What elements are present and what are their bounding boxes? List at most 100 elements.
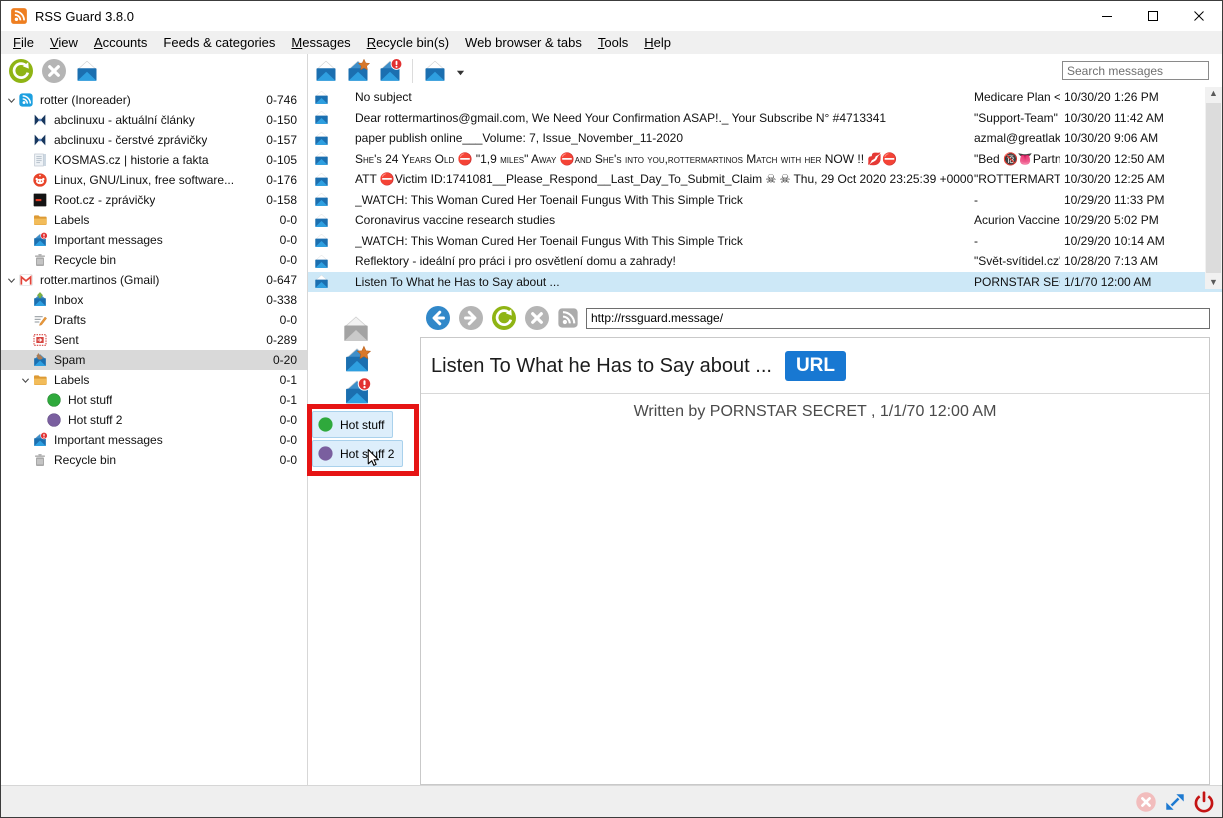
mark-all-read-button[interactable] (74, 58, 100, 84)
sent-icon (32, 332, 48, 348)
message-date: 10/29/20 11:33 PM (1064, 193, 1204, 207)
unread-envelope-icon (313, 191, 330, 208)
feed-tree-item-labels[interactable]: Labels 0-0 (1, 210, 307, 230)
search-input[interactable] (1062, 61, 1209, 80)
menu-item-view[interactable]: View (42, 32, 86, 53)
feed-tree-item-important-messages[interactable]: Important messages 0-0 (1, 230, 307, 250)
close-button[interactable] (1176, 1, 1222, 31)
menu-item-web-browser-tabs[interactable]: Web browser & tabs (457, 32, 590, 53)
chevron-expanded-icon[interactable] (19, 375, 32, 386)
feed-label: Recycle bin (54, 453, 116, 467)
menu-item-accounts[interactable]: Accounts (86, 32, 155, 53)
stop-button[interactable] (524, 305, 550, 331)
message-author: "Bed 🔞👅Partne... (974, 152, 1060, 166)
message-actions-button[interactable] (422, 58, 448, 84)
stop-update-button[interactable] (41, 58, 67, 84)
update-all-feeds-button[interactable] (8, 58, 34, 84)
maximize-button[interactable] (1130, 1, 1176, 31)
message-row[interactable]: paper publish online___Volume: 7, Issue_… (308, 128, 1222, 149)
message-tools: Hot stuff Hot stuff 2 (308, 299, 420, 785)
feed-tree-item-hot-stuff-2[interactable]: Hot stuff 2 0-0 (1, 410, 307, 430)
url-input[interactable] (586, 308, 1210, 329)
feed-tree-item-inbox[interactable]: Inbox 0-338 (1, 290, 307, 310)
unread-envelope-icon (313, 212, 330, 229)
feed-tree-item-labels[interactable]: Labels 0-1 (1, 370, 307, 390)
reload-button[interactable] (491, 305, 517, 331)
feed-tree-item-kosmas-cz-historie-a-fakta[interactable]: KOSMAS.cz | historie a fakta 0-105 (1, 150, 307, 170)
back-button[interactable] (425, 305, 451, 331)
feed-tree-item-root-cz-zpr-vi-ky[interactable]: Root.cz - zprávičky 0-158 (1, 190, 307, 210)
message-row[interactable]: Coronavirus vaccine research studies Acu… (308, 210, 1222, 231)
mark-starred-button[interactable] (345, 58, 371, 84)
feed-tree-item-linux-gnu-linux-free-software[interactable]: Linux, GNU/Linux, free software... 0-176 (1, 170, 307, 190)
mark-important-button[interactable] (377, 58, 403, 84)
message-row[interactable]: Reflektory - ideální pro práci i pro osv… (308, 251, 1222, 272)
feed-tree-item-rotter-martinos-gmail[interactable]: rotter.martinos (Gmail) 0-647 (1, 270, 307, 290)
message-row[interactable]: She's 24 Years Old ⛔ "1,9 miles" Away ⛔a… (308, 149, 1222, 170)
label-toggle-text: Hot stuff (340, 418, 384, 432)
feed-tree-item-recycle-bin[interactable]: Recycle bin 0-0 (1, 250, 307, 270)
feed-tree-item-recycle-bin[interactable]: Recycle bin 0-0 (1, 450, 307, 470)
gmail-account-icon (18, 272, 34, 288)
fullscreen-button[interactable] (1164, 791, 1186, 813)
quit-button[interactable] (1193, 791, 1215, 813)
label-toggle-hot-stuff-2[interactable]: Hot stuff 2 (312, 440, 403, 467)
feed-tree-item-rotter-inoreader[interactable]: rotter (Inoreader) 0-746 (1, 90, 307, 110)
message-author: "Svět-svítidel.cz" ... (974, 254, 1060, 268)
message-row[interactable]: Dear rottermartinos@gmail.com, We Need Y… (308, 108, 1222, 129)
dropdown-arrow-icon[interactable] (456, 66, 465, 75)
feed-tree-item-abclinuxu-aktu-ln-l-nky[interactable]: abclinuxu - aktuální články 0-150 (1, 110, 307, 130)
feed-tree-item-drafts[interactable]: Drafts 0-0 (1, 310, 307, 330)
menu-item-file[interactable]: File (5, 32, 42, 53)
minimize-button[interactable] (1084, 1, 1130, 31)
message-view: Listen To What he Has to Say about ... U… (420, 337, 1210, 785)
feed-unread-count: 0-158 (266, 193, 307, 207)
menu-item-feeds-categories[interactable]: Feeds & categories (155, 32, 283, 53)
feed-label: Linux, GNU/Linux, free software... (54, 173, 234, 187)
mark-read-button[interactable] (313, 58, 339, 84)
feed-tree-item-abclinuxu-erstv-zpr-vi-ky[interactable]: abclinuxu - čerstvé zprávičky 0-157 (1, 130, 307, 150)
message-author: Acurion Vaccine S... (974, 213, 1060, 227)
label-toggle-hot-stuff[interactable]: Hot stuff (312, 411, 393, 438)
menu-item-tools[interactable]: Tools (590, 32, 636, 53)
message-row[interactable]: No subject Medicare Plan <e... 10/30/20 … (308, 87, 1222, 108)
scrollbar-thumb[interactable] (1206, 103, 1221, 273)
message-row[interactable]: Listen To What he Has to Say about ... P… (308, 272, 1222, 293)
message-row[interactable]: _WATCH: This Woman Cured Her Toenail Fun… (308, 231, 1222, 252)
feed-tree-item-spam[interactable]: Spam 0-20 (1, 350, 307, 370)
scroll-up-icon[interactable]: ▲ (1209, 89, 1218, 98)
message-row[interactable]: _WATCH: This Woman Cured Her Toenail Fun… (308, 190, 1222, 211)
chevron-expanded-icon[interactable] (5, 95, 18, 106)
unread-envelope-icon (313, 253, 330, 270)
feed-label: abclinuxu - aktuální články (54, 113, 195, 127)
feed-unread-count: 0-0 (280, 213, 307, 227)
feeds-toolbar (1, 54, 307, 87)
mark-important-button[interactable] (342, 377, 372, 407)
mark-read-button[interactable] (340, 313, 372, 345)
message-row[interactable]: ATT ⛔Victim ID:1741081__Please_Respond__… (308, 169, 1222, 190)
message-byline: Written by PORNSTAR SECRET , 1/1/70 12:0… (421, 403, 1209, 421)
menu-item-help[interactable]: Help (636, 32, 679, 53)
rss-app-icon (10, 7, 28, 25)
message-date: 10/30/20 12:50 AM (1064, 152, 1204, 166)
mark-starred-button[interactable] (342, 345, 372, 375)
url-button[interactable]: URL (785, 351, 846, 381)
feed-unread-count: 0-0 (280, 453, 307, 467)
close-disabled-button[interactable] (1135, 791, 1157, 813)
chevron-expanded-icon[interactable] (5, 275, 18, 286)
menu-item-recycle-bin-s[interactable]: Recycle bin(s) (359, 32, 457, 53)
feed-tree-item-sent[interactable]: Sent 0-289 (1, 330, 307, 350)
feed-label: Hot stuff (68, 393, 112, 407)
feed-label: Important messages (54, 233, 163, 247)
unread-envelope-icon (313, 232, 330, 249)
feed-tree-item-hot-stuff[interactable]: Hot stuff 0-1 (1, 390, 307, 410)
forward-button[interactable] (458, 305, 484, 331)
feed-tree-item-important-messages[interactable]: Important messages 0-0 (1, 430, 307, 450)
scroll-down-icon[interactable]: ▼ (1209, 278, 1218, 287)
message-subject: Listen To What he Has to Say about ... (355, 275, 974, 289)
menu-item-messages[interactable]: Messages (283, 32, 358, 53)
toolbar-separator (412, 59, 413, 83)
folder-labels-icon (32, 372, 48, 388)
message-list-scrollbar[interactable]: ▲ ▼ (1205, 87, 1222, 289)
unread-envelope-icon (313, 150, 330, 167)
